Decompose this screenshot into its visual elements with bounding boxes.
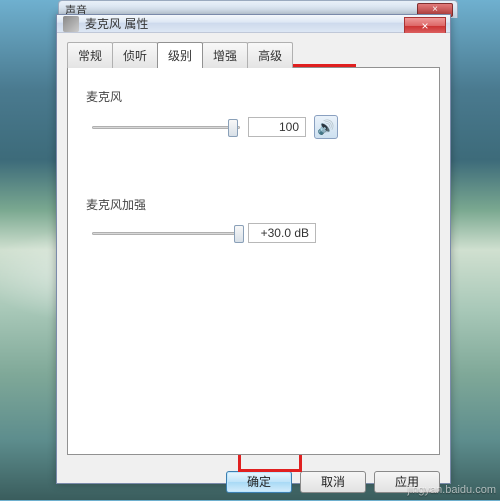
cancel-button[interactable]: 取消 [300, 471, 366, 493]
dialog-titlebar: 麦克风 属性 × [57, 15, 450, 33]
dialog-button-bar: 确定 取消 应用 [57, 463, 450, 501]
speaker-icon: 🔊 [317, 119, 334, 136]
slider-thumb[interactable] [234, 225, 244, 243]
dialog-client-area: 常规 侦听 级别 增强 高级 麦克风 100 🔊 [57, 33, 450, 463]
tab-enhancements[interactable]: 增强 [202, 42, 248, 68]
tab-strip: 常规 侦听 级别 增强 高级 [67, 41, 440, 67]
slider-thumb[interactable] [228, 119, 238, 137]
slider-track [92, 232, 240, 235]
microphone-boost-group: 麦克风加强 +30.0 dB [86, 196, 421, 243]
ok-button[interactable]: 确定 [226, 471, 292, 493]
tab-listen[interactable]: 侦听 [112, 42, 158, 68]
dialog-title: 麦克风 属性 [85, 15, 148, 32]
microphone-boost-value[interactable]: +30.0 dB [248, 223, 316, 243]
microphone-boost-slider[interactable] [92, 224, 240, 242]
microphone-volume-label: 麦克风 [86, 88, 421, 105]
tab-page-levels: 麦克风 100 🔊 麦克风加强 [67, 67, 440, 455]
tab-advanced[interactable]: 高级 [247, 42, 293, 68]
microphone-volume-slider[interactable] [92, 118, 240, 136]
watermark-text: jingyan.baidu.com [407, 484, 496, 496]
slider-track [92, 126, 240, 129]
microphone-volume-group: 麦克风 100 🔊 [86, 88, 421, 139]
mute-toggle-button[interactable]: 🔊 [314, 115, 338, 139]
tab-levels[interactable]: 级别 [157, 42, 203, 68]
tab-general[interactable]: 常规 [67, 42, 113, 68]
microphone-properties-dialog: 麦克风 属性 × 常规 侦听 级别 增强 高级 麦克风 100 🔊 [56, 14, 451, 484]
microphone-volume-value[interactable]: 100 [248, 117, 306, 137]
microphone-icon [63, 16, 79, 32]
microphone-boost-label: 麦克风加强 [86, 196, 421, 213]
